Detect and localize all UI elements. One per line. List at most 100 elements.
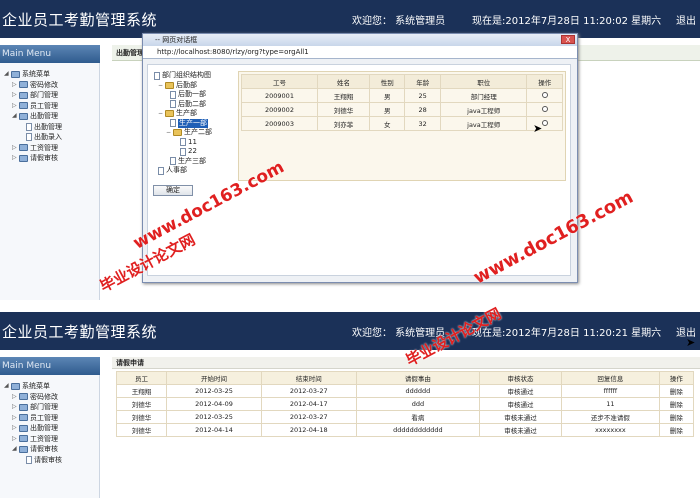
folder-icon <box>19 403 28 411</box>
expand-icon[interactable]: ▷ <box>12 101 18 112</box>
collapse-icon[interactable]: − <box>166 128 172 138</box>
expand-icon[interactable]: ▷ <box>12 402 18 413</box>
expand-icon[interactable]: ▷ <box>12 153 18 164</box>
menu-item-employee[interactable]: ▷ 员工管理 <box>4 101 62 112</box>
collapse-icon[interactable]: ◢ <box>4 69 10 80</box>
table-header-row: 工号 姓名 性别 年龄 职位 操作 <box>241 74 563 89</box>
table-row[interactable]: 2009001 王翔翔 男 25 部门经理 <box>241 88 563 103</box>
org-node[interactable]: − 生产部 <box>154 109 234 119</box>
menu-item-leave-review[interactable]: ▷ 请假审核 <box>4 153 62 164</box>
cell: ddd <box>355 397 481 411</box>
page-icon <box>170 100 176 109</box>
delete-link[interactable]: 删除 <box>658 423 695 437</box>
org-node[interactable]: 后勤二部 <box>154 100 234 110</box>
table-row: 刘德华 2012-04-14 2012-04-18 dddddddddddd 审… <box>115 423 695 437</box>
menu-root[interactable]: ◢ 系统菜单 <box>4 69 62 80</box>
delete-link[interactable]: 删除 <box>658 410 695 424</box>
menu-item-employee[interactable]: ▷ 员工管理 <box>4 413 62 424</box>
logout-link[interactable]: 退出 <box>676 12 696 27</box>
select-radio[interactable] <box>541 119 548 126</box>
table-row: 刘德华 2012-03-25 2012-03-27 看病 审核未通过 还步不准请… <box>115 410 695 424</box>
org-node[interactable]: 后勤一部 <box>154 90 234 100</box>
expand-icon[interactable]: ▷ <box>12 413 18 424</box>
org-tree-root[interactable]: 部门组织结构图 <box>154 71 234 81</box>
org-node[interactable]: − 生产二部 <box>154 128 234 138</box>
folder-icon <box>19 445 28 453</box>
delete-link[interactable]: 删除 <box>658 384 695 398</box>
cell: 部门经理 <box>439 88 528 103</box>
folder-icon <box>19 91 28 99</box>
collapse-icon[interactable]: − <box>158 81 164 91</box>
org-node[interactable]: 22 <box>154 147 234 157</box>
collapse-icon[interactable]: − <box>158 109 164 119</box>
table-row[interactable]: 2009003 刘亦菲 女 32 java工程师 <box>241 116 563 131</box>
cell: 刘德华 <box>316 102 370 117</box>
select-radio[interactable] <box>541 105 548 112</box>
org-node[interactable]: − 后勤部 <box>154 81 234 91</box>
page-icon <box>26 455 32 464</box>
cell: 2009002 <box>241 102 318 117</box>
menu-item-attendance[interactable]: ◢ 出勤管理 <box>4 111 62 122</box>
page-icon <box>26 122 32 131</box>
cell: 还步不准请假 <box>560 410 660 424</box>
org-node[interactable]: 人事部 <box>154 166 234 176</box>
employee-table: 工号 姓名 性别 年龄 职位 操作 2009001 王翔翔 男 25 部门经理 <box>241 74 563 131</box>
collapse-icon[interactable]: ◢ <box>12 111 18 122</box>
menu-item-password[interactable]: ▷ 密码修改 <box>4 392 62 403</box>
cell: 审核未通过 <box>479 423 562 437</box>
cell: 王翔翔 <box>115 384 168 398</box>
collapse-icon[interactable]: ◢ <box>4 381 10 392</box>
cell: dddddd <box>355 384 481 398</box>
page-icon <box>180 138 186 147</box>
org-node-selected[interactable]: 生产一部 <box>154 118 234 128</box>
expand-icon[interactable]: ▷ <box>12 80 18 91</box>
cell: 男 <box>368 88 406 103</box>
welcome-text: 欢迎您： 系统管理员 <box>352 16 446 27</box>
expand-icon[interactable]: ▷ <box>12 392 18 403</box>
collapse-icon[interactable]: ◢ <box>12 444 18 455</box>
cell: ffffff <box>560 384 660 398</box>
menu-item-leave-review[interactable]: 请假审核 <box>4 455 62 466</box>
cell: 女 <box>368 116 406 131</box>
close-icon[interactable]: X <box>561 35 575 44</box>
expand-icon[interactable]: ▷ <box>12 90 18 101</box>
page-icon <box>170 90 176 99</box>
confirm-button[interactable]: 确定 <box>153 185 193 196</box>
table-row[interactable]: 2009002 刘德华 男 28 java工程师 <box>241 102 563 117</box>
column-header: 工号 <box>241 74 318 89</box>
clock-text: 现在是:2012年7月28日 11:20:02 星期六 <box>472 16 662 27</box>
column-header: 审核状态 <box>479 371 562 385</box>
menu-root[interactable]: ◢ 系统菜单 <box>4 381 62 392</box>
table-row: 王翔翔 2012-03-25 2012-03-27 dddddd 审核通过 ff… <box>115 384 695 398</box>
cell: 2012-04-14 <box>166 423 262 437</box>
menu-item-department[interactable]: ▷ 部门管理 <box>4 402 62 413</box>
select-radio[interactable] <box>541 91 548 98</box>
menu-item-attendance[interactable]: ▷ 出勤管理 <box>4 423 62 434</box>
expand-icon[interactable]: ▷ <box>12 434 18 445</box>
delete-link[interactable]: 删除 <box>658 397 695 411</box>
main-menu-header: Main Menu <box>0 45 100 63</box>
org-node[interactable]: 11 <box>154 138 234 148</box>
folder-icon <box>19 435 28 443</box>
menu-item-attendance-manage[interactable]: 出勤管理 <box>4 122 62 133</box>
expand-icon[interactable]: ▷ <box>12 423 18 434</box>
menu-item-attendance-entry[interactable]: 出勤录入 <box>4 132 62 143</box>
menu-item-password[interactable]: ▷ 密码修改 <box>4 80 62 91</box>
menu-item-salary[interactable]: ▷ 工资管理 <box>4 434 62 445</box>
cell: java工程师 <box>439 116 528 131</box>
dialog-url-bar: http://localhost:8080/rlzy/org?type=orgA… <box>143 46 577 59</box>
column-header: 开始时间 <box>166 371 262 385</box>
leave-panel: 请假申请 员工 开始时间 结束时间 请假事由 审核状态 回复信息 操作 王翔翔 … <box>112 357 700 447</box>
cell: 2009003 <box>241 116 318 131</box>
folder-icon <box>19 424 28 432</box>
org-node[interactable]: 生产三部 <box>154 157 234 167</box>
app-title: 企业员工考勤管理系统 <box>2 323 158 341</box>
expand-icon[interactable]: ▷ <box>12 143 18 154</box>
menu-item-salary[interactable]: ▷ 工资管理 <box>4 143 62 154</box>
page-icon <box>154 71 160 80</box>
menu-item-leave[interactable]: ◢ 请假审核 <box>4 444 62 455</box>
menu-item-department[interactable]: ▷ 部门管理 <box>4 90 62 101</box>
folder-icon <box>11 70 20 78</box>
cell: 刘德华 <box>115 410 168 424</box>
mouse-cursor-icon: ➤ <box>533 122 543 135</box>
